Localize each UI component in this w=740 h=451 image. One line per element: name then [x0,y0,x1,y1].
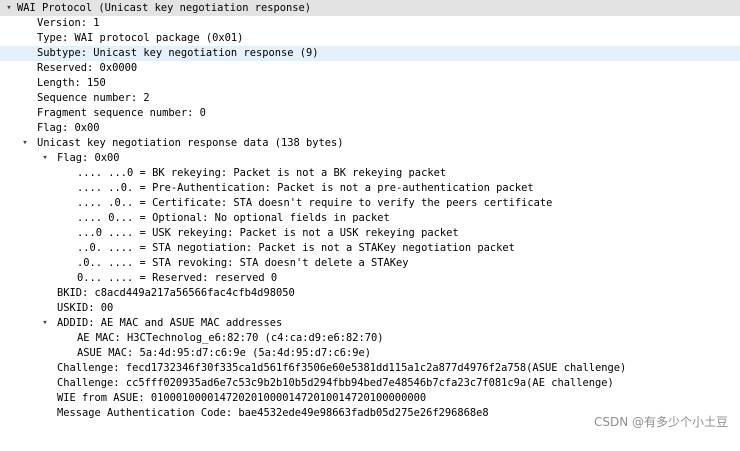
tree-row-length[interactable]: Length: 150 [0,76,740,91]
expanded-arrow-icon[interactable]: ▾ [40,151,50,166]
field-label: WIE from ASUE: 0100010000147202010000147… [57,392,427,404]
tree-row-flag[interactable]: Flag: 0x00 [0,121,740,136]
flag-bit-row[interactable]: .... ...0 = BK rekeying: Packet is not a… [0,166,740,181]
tree-row-version[interactable]: Version: 1 [0,16,740,31]
field-label: Reserved: 0x0000 [37,62,138,74]
flag-bit-label: 0... .... = Reserved: reserved 0 [77,272,278,284]
tree-row-label: Unicast key negotiation response data (1… [37,137,344,149]
tree-row-response-data[interactable]: ▾ Unicast key negotiation response data … [0,136,740,151]
expanded-arrow-icon[interactable]: ▾ [20,136,30,151]
tree-row-asue-mac[interactable]: ASUE MAC: 5a:4d:95:d7:c6:9e (5a:4d:95:d7… [0,346,740,361]
flag-bit-label: .... .0.. = Certificate: STA doesn't req… [77,197,553,209]
flag-bit-label: .0.. .... = STA revoking: STA doesn't de… [77,257,409,269]
flag-bit-row[interactable]: .... .0.. = Certificate: STA doesn't req… [0,196,740,211]
tree-row-label: ADDID: AE MAC and ASUE MAC addresses [57,317,283,329]
tree-row-ae-mac[interactable]: AE MAC: H3CTechnolog_e6:82:70 (c4:ca:d9:… [0,331,740,346]
field-label: Length: 150 [37,77,106,89]
field-label: Message Authentication Code: bae4532ede4… [57,407,489,419]
field-label: Type: WAI protocol package (0x01) [37,32,244,44]
tree-row-challenge-asue[interactable]: Challenge: fecd1732346f30f335ca1d561f6f3… [0,361,740,376]
expanded-arrow-icon[interactable]: ▾ [4,0,14,16]
flag-bit-row[interactable]: ...0 .... = USK rekeying: Packet is not … [0,226,740,241]
tree-row-wai-protocol[interactable]: ▾ WAI Protocol (Unicast key negotiation … [0,0,740,16]
packet-details-tree: ▾ WAI Protocol (Unicast key negotiation … [0,0,740,421]
field-label: Flag: 0x00 [37,122,100,134]
field-label: BKID: c8acd449a217a56566fac4cfb4d98050 [57,287,295,299]
field-label: Fragment sequence number: 0 [37,107,206,119]
field-label: Subtype: Unicast key negotiation respons… [37,47,319,59]
tree-row-fragment-sequence-number[interactable]: Fragment sequence number: 0 [0,106,740,121]
tree-row-addid[interactable]: ▾ ADDID: AE MAC and ASUE MAC addresses [0,316,740,331]
field-label: ASUE MAC: 5a:4d:95:d7:c6:9e (5a:4d:95:d7… [77,347,372,359]
field-label: Sequence number: 2 [37,92,150,104]
tree-row-bkid[interactable]: BKID: c8acd449a217a56566fac4cfb4d98050 [0,286,740,301]
tree-row-type[interactable]: Type: WAI protocol package (0x01) [0,31,740,46]
flag-bit-row[interactable]: .... ..0. = Pre-Authentication: Packet i… [0,181,740,196]
flag-bit-label: ..0. .... = STA negotiation: Packet is n… [77,242,515,254]
tree-row-sequence-number[interactable]: Sequence number: 2 [0,91,740,106]
field-label: AE MAC: H3CTechnolog_e6:82:70 (c4:ca:d9:… [77,332,384,344]
flag-bit-label: .... ..0. = Pre-Authentication: Packet i… [77,182,534,194]
flag-bit-label: ...0 .... = USK rekeying: Packet is not … [77,227,459,239]
watermark: CSDN @有多少个小土豆 [593,415,728,429]
tree-row-wie-from-asue[interactable]: WIE from ASUE: 0100010000147202010000147… [0,391,740,406]
field-label: Challenge: cc5fff020935ad6e7c53c9b2b10b5… [57,377,614,389]
tree-row-label: WAI Protocol (Unicast key negotiation re… [17,2,312,14]
flag-bit-row[interactable]: 0... .... = Reserved: reserved 0 [0,271,740,286]
tree-row-challenge-ae[interactable]: Challenge: cc5fff020935ad6e7c53c9b2b10b5… [0,376,740,391]
field-label: Version: 1 [37,17,100,29]
tree-row-subtype[interactable]: Subtype: Unicast key negotiation respons… [0,46,740,61]
field-label: USKID: 00 [57,302,114,314]
tree-row-label: Flag: 0x00 [57,152,120,164]
expanded-arrow-icon[interactable]: ▾ [40,316,50,331]
flag-bit-row[interactable]: ..0. .... = STA negotiation: Packet is n… [0,241,740,256]
flag-bit-row[interactable]: .... 0... = Optional: No optional fields… [0,211,740,226]
tree-row-reserved[interactable]: Reserved: 0x0000 [0,61,740,76]
tree-row-flag-subtree[interactable]: ▾ Flag: 0x00 [0,151,740,166]
flag-bit-row[interactable]: .0.. .... = STA revoking: STA doesn't de… [0,256,740,271]
flag-bit-label: .... ...0 = BK rekeying: Packet is not a… [77,167,447,179]
tree-row-uskid[interactable]: USKID: 00 [0,301,740,316]
field-label: Challenge: fecd1732346f30f335ca1d561f6f3… [57,362,627,374]
flag-bit-label: .... 0... = Optional: No optional fields… [77,212,390,224]
